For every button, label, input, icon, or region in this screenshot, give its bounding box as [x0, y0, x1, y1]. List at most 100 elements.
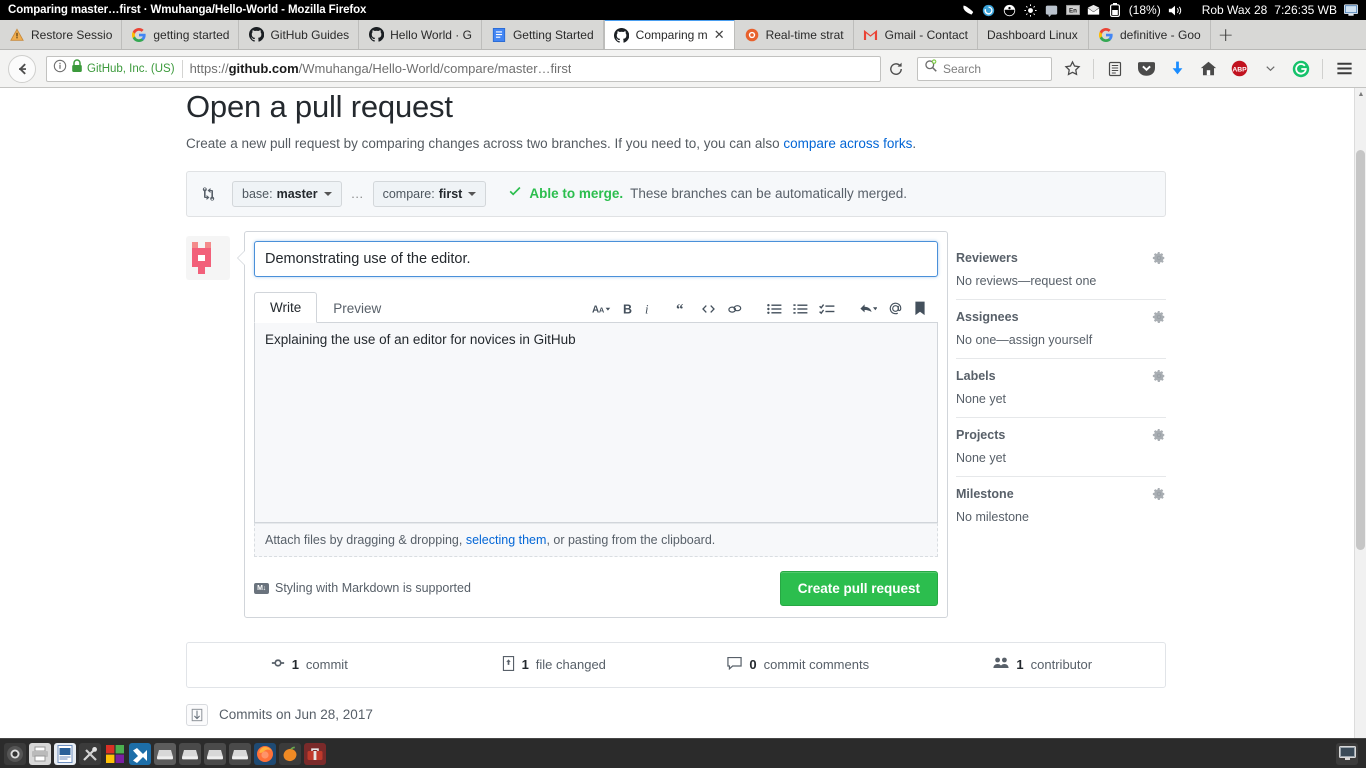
vscode-icon[interactable] [129, 742, 151, 765]
tools-icon[interactable] [79, 742, 101, 765]
site-identity[interactable]: GitHub, Inc. (US) [53, 59, 182, 78]
hamburger-menu-icon[interactable] [1330, 55, 1358, 83]
files-icon-2[interactable] [179, 742, 201, 765]
sync-icon[interactable] [982, 3, 996, 17]
italic-icon[interactable]: i [644, 300, 652, 318]
brightness-icon[interactable] [1024, 3, 1038, 17]
scroll-up-arrow[interactable]: ▲ [1355, 88, 1366, 100]
headset-icon[interactable] [1003, 3, 1017, 17]
home-icon[interactable] [1194, 55, 1222, 83]
tab-preview[interactable]: Preview [317, 293, 397, 323]
browser-tab-5-active[interactable]: Comparing m ✕ [603, 20, 735, 49]
info-icon[interactable] [53, 59, 67, 78]
avatar[interactable] [186, 235, 230, 280]
firefox-icon[interactable] [254, 742, 276, 765]
page-scrollbar[interactable]: ▲ ▼ [1354, 88, 1366, 768]
volume-icon[interactable] [1168, 3, 1182, 17]
gear-icon[interactable] [1152, 251, 1166, 265]
gear-icon[interactable] [1152, 369, 1166, 383]
quote-icon[interactable]: “ [676, 300, 690, 318]
saved-replies-icon[interactable] [914, 300, 926, 318]
pr-title-input[interactable]: Demonstrating use of the editor. [254, 240, 938, 277]
search-input[interactable]: Search [943, 62, 981, 76]
files-icon-3[interactable] [204, 742, 226, 765]
stat-commit-comments[interactable]: 0 commit comments [676, 656, 921, 673]
stat-contributors[interactable]: 1 contributor [921, 656, 1166, 673]
pr-body-textarea[interactable]: Explaining the use of an editor for novi… [254, 322, 938, 523]
address-bar[interactable]: GitHub, Inc. (US) https://github.com/Wmu… [46, 55, 881, 82]
lock-icon[interactable] [71, 59, 83, 78]
attach-files-hint[interactable]: Attach files by dragging & dropping, sel… [254, 522, 938, 557]
ordered-list-icon[interactable] [793, 300, 808, 318]
window-title: Comparing master…first · Wmuhanga/Hello-… [8, 4, 367, 16]
link-icon[interactable] [727, 300, 743, 318]
show-desktop-icon[interactable] [1336, 742, 1358, 765]
markdown-icon: M↓ [254, 582, 269, 594]
pocket-icon[interactable] [1132, 55, 1160, 83]
grammarly-icon[interactable] [1287, 55, 1315, 83]
gear-icon[interactable] [1152, 487, 1166, 501]
svg-text:B: B [623, 302, 632, 316]
windows-icon[interactable] [104, 743, 126, 765]
browser-navigation-bar: GitHub, Inc. (US) https://github.com/Wmu… [0, 50, 1366, 88]
adblock-plus-icon[interactable]: ABP [1225, 55, 1253, 83]
files-icon-4[interactable] [229, 742, 251, 765]
phone-icon[interactable] [961, 3, 975, 17]
display-icon[interactable] [1344, 3, 1358, 17]
new-tab-button[interactable]: + [1211, 20, 1241, 49]
tray-username[interactable]: Rob Wax 28 [1202, 3, 1268, 17]
close-icon[interactable]: ✕ [714, 29, 725, 42]
downloads-icon[interactable] [1163, 55, 1191, 83]
browser-tab-2[interactable]: GitHub Guides [239, 20, 360, 49]
bold-icon[interactable]: B [623, 300, 633, 318]
libreoffice-writer-icon[interactable] [54, 742, 76, 765]
stat-files-changed[interactable]: 1 file changed [432, 655, 677, 674]
tab-write[interactable]: Write [254, 291, 318, 323]
keyboard-layout-icon[interactable]: En [1065, 3, 1080, 17]
pr-form-left: Demonstrating use of the editor. Write P… [186, 230, 948, 618]
browser-tab-7[interactable]: Gmail - Contact [853, 20, 978, 49]
markdown-note[interactable]: M↓ Styling with Markdown is supported [254, 581, 471, 595]
selecting-them-link[interactable]: selecting them [466, 533, 547, 547]
base-branch-dropdown[interactable]: base: master [232, 180, 342, 207]
create-pull-request-button[interactable]: Create pull request [779, 570, 938, 606]
reload-button[interactable] [883, 56, 909, 82]
tool-box-icon[interactable] [304, 742, 326, 765]
browser-tab-0[interactable]: Restore Sessio [0, 20, 123, 49]
mango-icon[interactable] [279, 742, 301, 765]
chevron-down-icon[interactable] [1256, 55, 1284, 83]
browser-tab-1[interactable]: getting started [122, 20, 240, 49]
browser-tab-strip[interactable]: Restore Sessio getting started GitHub Gu… [0, 20, 1366, 50]
task-list-icon[interactable] [819, 300, 835, 318]
unordered-list-icon[interactable] [767, 300, 782, 318]
browser-toolbar-icons: ABP [1058, 55, 1358, 83]
github-icon [368, 27, 384, 43]
browser-tab-9[interactable]: definitive - Goo [1088, 20, 1211, 49]
files-icon-1[interactable] [154, 742, 176, 765]
code-icon[interactable] [701, 300, 716, 318]
scrollbar-thumb[interactable] [1356, 150, 1365, 550]
gear-icon[interactable] [1152, 310, 1166, 324]
battery-icon[interactable] [1108, 3, 1122, 17]
browser-tab-3[interactable]: Hello World · G [359, 20, 482, 49]
browser-tab-6[interactable]: Real-time strat [734, 20, 854, 49]
printer-icon[interactable] [29, 742, 51, 765]
search-bar[interactable]: Search [917, 56, 1052, 81]
ubuntu-icon[interactable] [4, 742, 26, 765]
bookmark-star-icon[interactable] [1058, 55, 1086, 83]
mail-icon[interactable] [1087, 3, 1101, 17]
chat-icon[interactable] [1045, 3, 1059, 17]
browser-tab-8[interactable]: Dashboard Linux W [977, 20, 1089, 49]
reader-list-icon[interactable] [1101, 55, 1129, 83]
gear-icon[interactable] [1152, 428, 1166, 442]
mention-icon[interactable] [888, 300, 903, 318]
back-button[interactable] [8, 54, 36, 83]
compare-branch-dropdown[interactable]: compare: first [372, 180, 487, 207]
browser-tab-4[interactable]: Getting Started [481, 20, 604, 49]
reply-icon[interactable] [859, 300, 877, 318]
compare-across-forks-link[interactable]: compare across forks [783, 136, 912, 151]
svg-text:A: A [599, 305, 605, 314]
tray-clock[interactable]: 7:26:35 WB [1274, 3, 1337, 17]
heading-icon[interactable]: AA [592, 300, 612, 318]
stat-commits[interactable]: 1 commit [187, 656, 432, 673]
